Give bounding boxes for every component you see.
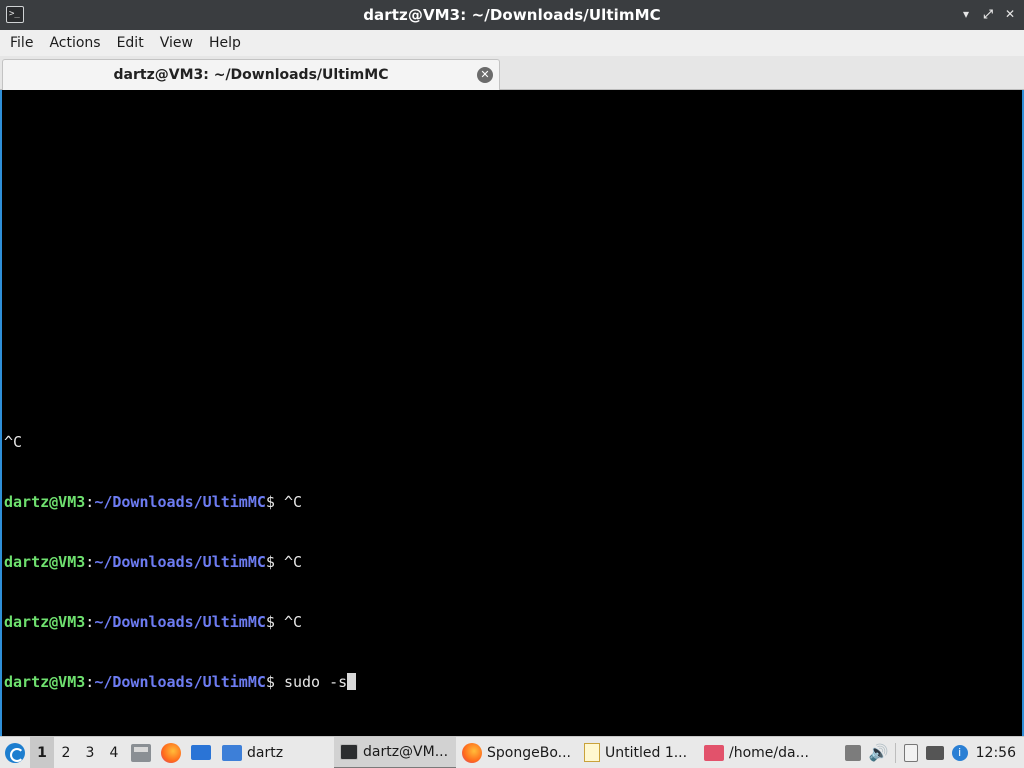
task-firefox[interactable]: SpongeBo... (456, 737, 578, 768)
menu-actions[interactable]: Actions (41, 30, 108, 56)
terminal-line: dartz@VM3:~/Downloads/UltimMC$ ^C (4, 492, 1022, 512)
prompt-separator: : (85, 613, 95, 631)
quicklaunch-firefox[interactable] (156, 737, 186, 768)
task-label: SpongeBo... (487, 744, 571, 761)
terminal-line: dartz@VM3:~/Downloads/UltimMC$ sudo -s (4, 672, 1022, 692)
menu-file[interactable]: File (2, 30, 41, 56)
files-icon (131, 743, 151, 762)
prompt-user: dartz@VM3 (4, 613, 86, 631)
terminal-command: ^C (283, 613, 303, 631)
menu-bar: File Actions Edit View Help (0, 30, 1024, 56)
desktop-switch-4[interactable]: 4 (102, 737, 126, 768)
menu-help[interactable]: Help (201, 30, 249, 56)
terminal-tab[interactable]: dartz@VM3: ~/Downloads/UltimMC ✕ (2, 59, 500, 90)
menu-view[interactable]: View (152, 30, 201, 56)
task-image-viewer[interactable]: /home/da... (698, 737, 816, 768)
window-controls: ▾ ⤢ ✕ (958, 6, 1018, 22)
text-editor-icon (584, 743, 600, 762)
start-menu-icon (5, 742, 25, 763)
taskbar: 1 2 3 4 dartz dartz@VM... SpongeBo... Un… (0, 736, 1024, 768)
tab-label: dartz@VM3: ~/Downloads/UltimMC (113, 67, 389, 83)
clock[interactable]: 12:56 (976, 745, 1016, 761)
desktop-switch-1[interactable]: 1 (30, 736, 54, 768)
task-label: /home/da... (729, 744, 809, 761)
terminal-command: ^C (283, 553, 303, 571)
window-titlebar[interactable]: >_ dartz@VM3: ~/Downloads/UltimMC ▾ ⤢ ✕ (0, 0, 1024, 30)
show-desktop-icon (191, 745, 211, 760)
prompt-symbol: $ (265, 493, 284, 511)
prompt-symbol: $ (265, 673, 284, 691)
prompt-user: dartz@VM3 (4, 553, 86, 571)
quicklaunch-show-desktop[interactable] (186, 737, 216, 768)
terminal-line: dartz@VM3:~/Downloads/UltimMC$ ^C (4, 552, 1022, 572)
firefox-icon (161, 742, 181, 763)
folder-icon (222, 744, 242, 761)
terminal-app-icon[interactable]: >_ (6, 6, 24, 23)
menu-edit[interactable]: Edit (109, 30, 152, 56)
terminal-output: ^C dartz@VM3:~/Downloads/UltimMC$ ^C dar… (4, 392, 1022, 732)
terminal-text: ^C (4, 433, 23, 451)
desktop-switch-3[interactable]: 3 (78, 737, 102, 768)
tab-close-icon[interactable]: ✕ (477, 67, 493, 83)
prompt-symbol: $ (265, 553, 284, 571)
prompt-path: ~/Downloads/UltimMC (94, 673, 266, 691)
prompt-path: ~/Downloads/UltimMC (94, 613, 266, 631)
window-title: dartz@VM3: ~/Downloads/UltimMC (363, 6, 661, 24)
text-cursor (347, 673, 357, 690)
prompt-symbol: $ (265, 613, 284, 631)
quicklaunch-files[interactable] (126, 737, 156, 768)
terminal-command-input[interactable]: sudo -s (284, 673, 347, 691)
minimize-icon[interactable]: ▾ (958, 6, 974, 22)
system-tray: 🔊 i 12:56 (844, 742, 1024, 763)
terminal-view[interactable]: ^C dartz@VM3:~/Downloads/UltimMC$ ^C dar… (0, 90, 1024, 736)
terminal-icon (340, 743, 358, 760)
task-text-editor[interactable]: Untitled 1... (578, 737, 698, 768)
tray-app-icon[interactable] (844, 744, 861, 761)
network-icon[interactable] (925, 745, 944, 760)
prompt-user: dartz@VM3 (4, 493, 86, 511)
firefox-icon (462, 742, 482, 763)
prompt-separator: : (85, 493, 95, 511)
prompt-user: dartz@VM3 (4, 673, 86, 691)
start-menu-button[interactable] (0, 737, 30, 768)
task-label: dartz (247, 744, 284, 761)
terminal-line: dartz@VM3:~/Downloads/UltimMC$ ^C (4, 612, 1022, 632)
prompt-separator: : (85, 553, 95, 571)
task-terminal[interactable]: dartz@VM... (334, 736, 456, 768)
notification-icon[interactable]: i (951, 744, 968, 761)
prompt-path: ~/Downloads/UltimMC (94, 493, 266, 511)
task-label: Untitled 1... (605, 744, 688, 761)
prompt-separator: : (85, 673, 95, 691)
maximize-icon[interactable]: ⤢ (980, 6, 996, 22)
image-viewer-icon (704, 744, 724, 761)
desktop-switch-2[interactable]: 2 (54, 737, 78, 768)
tab-bar: dartz@VM3: ~/Downloads/UltimMC ✕ (0, 56, 1024, 90)
close-icon[interactable]: ✕ (1002, 6, 1018, 22)
terminal-line: ^C (4, 432, 1022, 452)
tray-separator (894, 742, 896, 763)
task-label: dartz@VM... (363, 743, 449, 760)
prompt-path: ~/Downloads/UltimMC (94, 553, 266, 571)
clipboard-icon[interactable] (903, 743, 918, 762)
task-file-manager[interactable]: dartz (216, 737, 334, 768)
terminal-command: ^C (283, 493, 303, 511)
volume-icon[interactable]: 🔊 (869, 743, 889, 762)
